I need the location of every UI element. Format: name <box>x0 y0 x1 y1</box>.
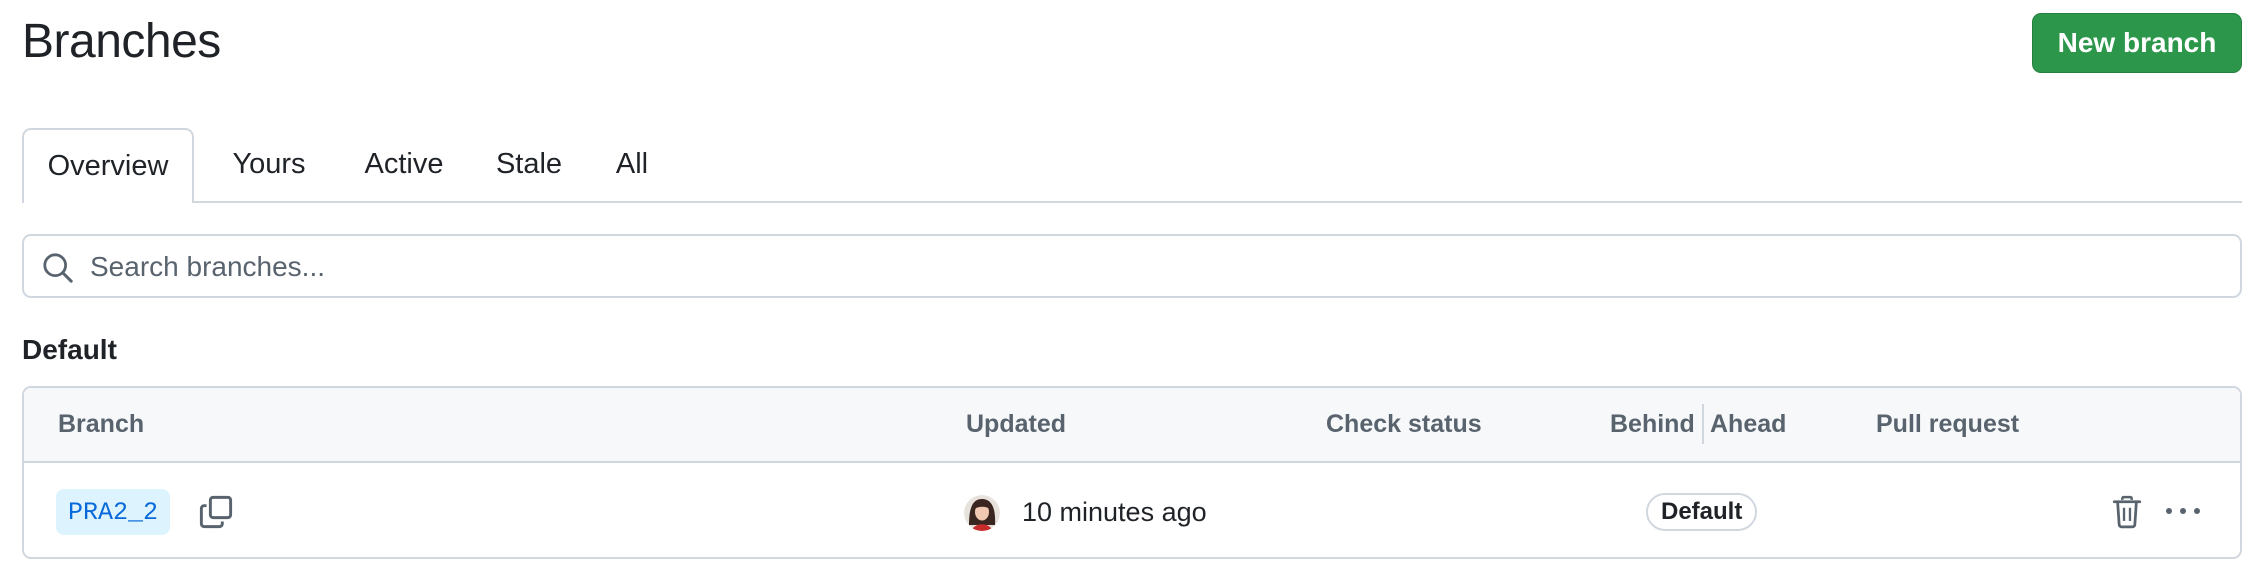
tab-active[interactable]: Active <box>334 128 474 201</box>
column-header-check-status: Check status <box>1326 410 1482 438</box>
tab-overview[interactable]: Overview <box>22 128 194 203</box>
table-header: Branch Updated Check status Behind Ahead… <box>24 388 2240 463</box>
column-divider <box>1702 404 1704 444</box>
column-header-ahead: Ahead <box>1710 410 1787 438</box>
column-header-behind: Behind <box>1610 410 1695 438</box>
tab-yours[interactable]: Yours <box>204 128 334 201</box>
branch-tabs: Overview Yours Active Stale All <box>22 128 2242 203</box>
new-branch-button[interactable]: New branch <box>2032 13 2242 73</box>
search-input[interactable] <box>88 246 2212 288</box>
copy-icon[interactable] <box>198 494 234 530</box>
column-header-branch: Branch <box>58 410 145 438</box>
page-title: Branches <box>22 15 221 68</box>
search-box[interactable] <box>22 234 2242 298</box>
kebab-horizontal-icon[interactable] <box>2164 501 2202 521</box>
table-row: PRA2_2 10 minutes ago Default <box>24 463 2240 557</box>
column-header-updated: Updated <box>966 410 1066 438</box>
default-badge: Default <box>1646 493 1758 531</box>
section-heading-default: Default <box>22 334 117 365</box>
column-header-pull-request: Pull request <box>1876 410 2020 438</box>
branch-table: Branch Updated Check status Behind Ahead… <box>22 386 2242 559</box>
avatar <box>964 495 1000 531</box>
branch-name-link[interactable]: PRA2_2 <box>56 489 171 535</box>
tab-stale[interactable]: Stale <box>474 128 584 201</box>
trash-icon[interactable] <box>2110 494 2144 530</box>
tab-all[interactable]: All <box>584 128 680 201</box>
updated-time: 10 minutes ago <box>1022 497 1207 527</box>
search-icon <box>43 253 73 283</box>
